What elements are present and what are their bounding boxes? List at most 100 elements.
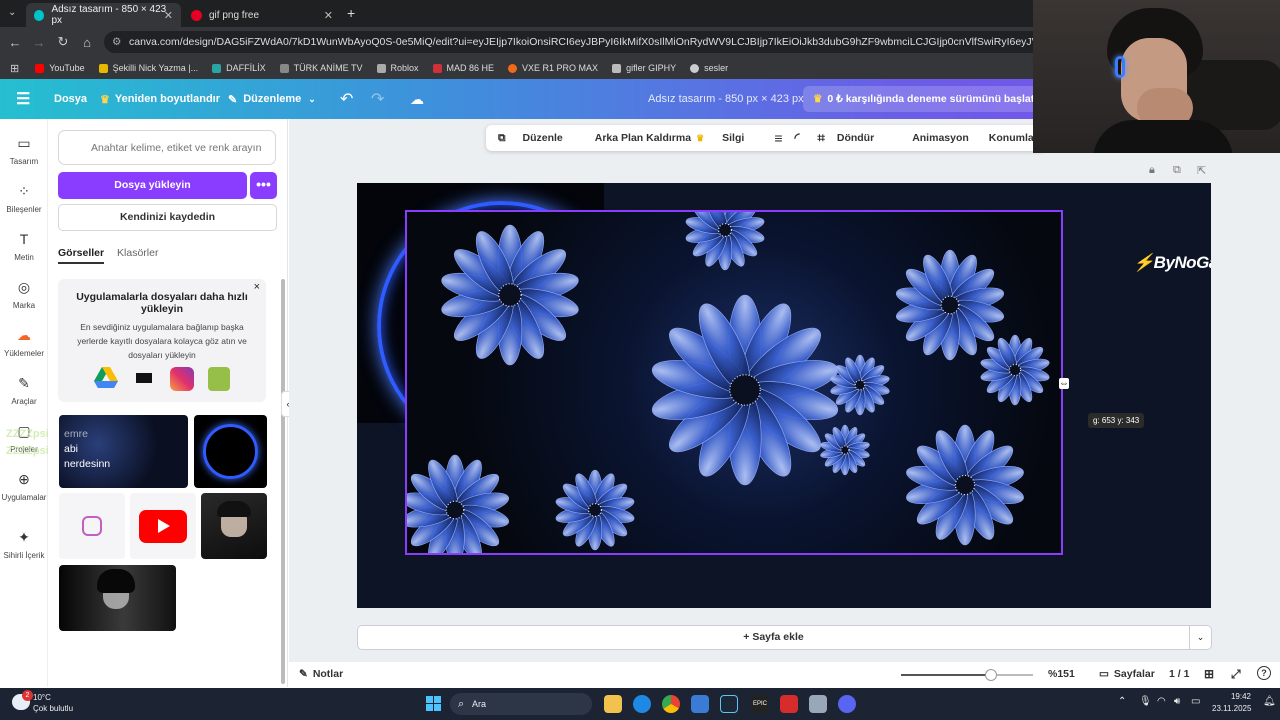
site-info-icon[interactable]: ⚙ (112, 31, 121, 53)
close-promo-icon[interactable]: × (254, 281, 260, 293)
steam-icon[interactable] (720, 695, 738, 713)
google-drive-icon[interactable] (94, 367, 118, 389)
epic-games-icon[interactable]: EPIC (751, 695, 769, 713)
instagram-icon[interactable] (170, 367, 194, 391)
add-page-button[interactable]: + Sayfa ekle (357, 625, 1190, 650)
cloud-save-icon[interactable]: ☁ (410, 79, 424, 119)
crop-icon[interactable]: ⌗ (818, 130, 825, 146)
upload-thumbnail[interactable] (201, 493, 267, 559)
grid-view-icon[interactable]: ⊞ (1204, 667, 1214, 681)
clock-date[interactable]: 23.11.2025 (1212, 704, 1251, 713)
rail-item-uploads[interactable]: ☁ Yüklemeler (0, 327, 48, 358)
microphone-icon[interactable]: 🎙︎ (1139, 696, 1152, 707)
apps-grid-icon[interactable]: ⊞ (10, 62, 19, 75)
add-page-icon[interactable]: ⇱ (1197, 164, 1206, 177)
upload-thumbnail[interactable]: emre abi nerdesinn (59, 415, 188, 488)
search-icon: ⌕ (458, 698, 465, 710)
bookmark-mad86[interactable]: MAD 86 HE (432, 63, 494, 73)
bookmark-youtube[interactable]: YouTube (35, 63, 85, 73)
rail-item-design[interactable]: ▭ Tasarım (0, 135, 48, 166)
corner-rounding-icon[interactable]: ◜ (794, 130, 799, 146)
weather-cloud-icon[interactable]: 2 (12, 690, 33, 710)
shopify-icon[interactable] (208, 367, 230, 391)
rail-item-brand[interactable]: ◎ Marka (0, 279, 48, 310)
editing-mode-dropdown[interactable]: ✎ Düzenleme ⌄ (228, 79, 316, 119)
app-red-icon[interactable] (780, 695, 798, 713)
edge-icon[interactable] (633, 695, 651, 713)
bynogame-watermark[interactable]: ⚡ByNoGame (1133, 253, 1211, 273)
taskbar-search[interactable]: ⌕ Ara (450, 693, 592, 715)
undo-icon[interactable]: ↶ (340, 79, 353, 119)
upload-thumbnail[interactable] (194, 415, 267, 488)
upload-thumbnail[interactable] (59, 565, 176, 631)
document-title[interactable]: Adsız tasarım - 850 px × 423 px (648, 79, 804, 119)
add-page-options-chevron-icon[interactable]: ⌄ (1190, 625, 1212, 650)
rail-item-magic[interactable]: ✦ Sihirli İçerik (0, 529, 48, 560)
search-input[interactable] (58, 130, 276, 165)
close-tab-icon[interactable]: ✕ (164, 9, 173, 22)
edit-image-button[interactable]: ⧉ Düzenle (498, 132, 563, 145)
upload-thumbnail[interactable] (130, 493, 196, 559)
close-tab-icon[interactable]: ✕ (324, 9, 333, 22)
address-bar[interactable]: ⚙ canva.com/design/DAG5iFZWdA0/7kD1WunWb… (104, 31, 1044, 53)
redo-icon[interactable]: ↷ (371, 79, 384, 119)
tab-pinterest[interactable]: gif png free ✕ (183, 3, 341, 27)
notes-button[interactable]: ✎ Notlar (299, 668, 343, 680)
pages-button[interactable]: ▭ Sayfalar (1099, 668, 1155, 680)
zoom-level[interactable]: %151 (1048, 668, 1075, 680)
forward-arrow-icon[interactable]: → (27, 35, 51, 50)
lock-icon[interactable]: 🔒︎ (1149, 164, 1155, 177)
animate-button[interactable]: Animasyon (912, 132, 969, 144)
clock-time[interactable]: 19:42 (1225, 692, 1251, 701)
tray-chevron-icon[interactable]: ⌃ (1118, 696, 1126, 707)
help-icon[interactable]: ? (1257, 666, 1271, 680)
border-style-icon[interactable]: ≡ (774, 130, 782, 146)
bookmark-nick[interactable]: Şekilli Nick Yazma |... (98, 63, 198, 73)
resize-button[interactable]: ♛ Yeniden boyutlandır (100, 79, 220, 119)
rail-item-tools[interactable]: ✎ Araçlar (0, 375, 48, 406)
file-menu[interactable]: Dosya (54, 79, 87, 119)
start-trial-button[interactable]: ♛ 0 ₺ karşılığında deneme sürümünü başlat (803, 86, 1045, 112)
volume-icon[interactable]: 🔊︎ (1174, 696, 1180, 707)
bookmark-vxe[interactable]: VXE R1 PRO MAX (508, 63, 598, 73)
tab-folders[interactable]: Klasörler (117, 247, 158, 259)
back-arrow-icon[interactable]: ← (3, 35, 27, 50)
app-gear-icon[interactable] (809, 695, 827, 713)
record-yourself-button[interactable]: Kendinizi kaydedin (58, 204, 277, 231)
discord-icon[interactable] (838, 695, 856, 713)
reload-icon[interactable]: ↻ (51, 34, 75, 50)
bookmark-daffilix[interactable]: DAFFİLİX (212, 63, 266, 73)
upload-files-button[interactable]: Dosya yükleyin (58, 172, 247, 199)
rail-item-elements[interactable]: ⁘ Bileşenler (0, 183, 48, 214)
menu-icon[interactable]: ☰ (16, 79, 30, 119)
tab-list-chevron-icon[interactable]: ⌄ (8, 7, 16, 18)
panel-scrollbar[interactable] (281, 279, 285, 684)
bookmark-roblox[interactable]: Roblox (376, 63, 419, 73)
upload-thumbnail[interactable] (59, 493, 125, 559)
dropbox-icon[interactable] (132, 367, 156, 389)
resize-handle-icon[interactable]: ⇔ (1059, 378, 1069, 389)
new-tab-button[interactable]: + (347, 5, 355, 21)
bookmark-turk-anime[interactable]: TÜRK ANİME TV (279, 63, 363, 73)
wifi-icon[interactable]: ◠ (1157, 696, 1166, 707)
notification-bell-icon[interactable]: 🔔︎ (1263, 696, 1276, 707)
eraser-button[interactable]: Silgi (722, 132, 744, 144)
more-options-button[interactable]: ••• (250, 172, 277, 199)
file-explorer-icon[interactable] (604, 695, 622, 713)
tab-images[interactable]: Görseller (58, 247, 105, 264)
battery-icon[interactable]: ▭ (1191, 696, 1200, 707)
zoom-slider-handle[interactable] (984, 669, 997, 681)
rotate-button[interactable]: Döndür (837, 132, 874, 144)
rail-item-text[interactable]: T Metin (0, 231, 48, 262)
tab-canva[interactable]: Adsız tasarım - 850 × 423 px ✕ (26, 3, 181, 27)
home-icon[interactable]: ⌂ (75, 35, 99, 50)
duplicate-page-icon[interactable]: ⧉ (1173, 164, 1181, 177)
windows-start-icon[interactable] (426, 696, 441, 711)
bookmark-giphy[interactable]: gifler GIPHY (612, 63, 676, 73)
store-icon[interactable] (691, 695, 709, 713)
bookmark-sesler[interactable]: sesler (690, 63, 728, 73)
bg-remove-button[interactable]: Arka Plan Kaldırma ♛ (583, 132, 704, 144)
chrome-icon[interactable] (662, 695, 680, 713)
rail-item-apps[interactable]: ⊕ Uygulamalar (0, 471, 48, 502)
fullscreen-icon[interactable]: ⤢ (1231, 667, 1241, 682)
